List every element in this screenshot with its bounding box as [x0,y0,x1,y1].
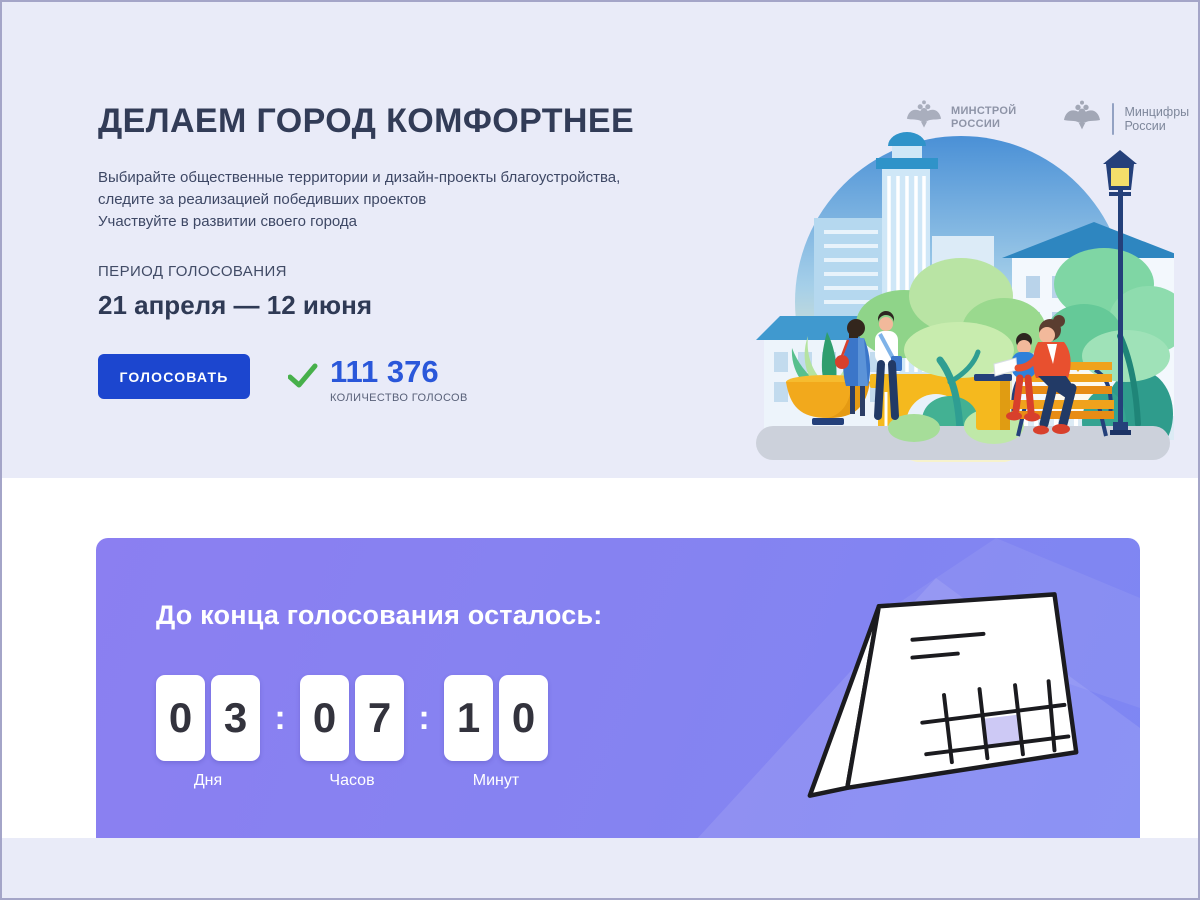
subtitle-line: Участвуйте в развитии своего города [98,211,738,233]
page-title: ДЕЛАЕМ ГОРОД КОМФОРТНЕЕ [98,102,738,141]
countdown-digit: 1 [444,675,493,761]
voting-period-dates: 21 апреля — 12 июня [98,290,738,321]
countdown-separator: : [404,675,444,761]
countdown-group-minutes: 1 0 Минут [444,675,548,790]
subtitle-line: следите за реализацией победивших проект… [98,189,738,211]
countdown-digit: 0 [499,675,548,761]
logo-mintsifry-line1: Минцифры [1124,105,1189,119]
voting-landing-page: ДЕЛАЕМ ГОРОД КОМФОРТНЕЕ Выбирайте общест… [0,0,1200,900]
countdown-label-hours: Часов [300,772,404,790]
countdown-separator: : [260,675,300,761]
city-park-illustration [754,124,1174,462]
countdown-label-days: Дня [156,772,260,790]
vote-button[interactable]: ГОЛОСОВАТЬ [98,354,250,399]
votes-counter: 111 376 КОЛИЧЕСТВО ГОЛОСОВ [288,356,468,404]
hero-subtitle: Выбирайте общественные территории и диза… [98,167,738,233]
countdown-card: До конца голосования осталось: 0 3 Дня :… [96,538,1140,840]
votes-count: 111 376 [330,356,468,387]
voting-period-label: ПЕРИОД ГОЛОСОВАНИЯ [98,263,738,280]
votes-caption: КОЛИЧЕСТВО ГОЛОСОВ [330,392,468,404]
countdown-timer: 0 3 Дня : 0 7 Часов : 1 [156,675,602,790]
hero-text-block: ДЕЛАЕМ ГОРОД КОМФОРТНЕЕ Выбирайте общест… [98,102,738,404]
countdown-digit: 0 [300,675,349,761]
calendar-illustration [796,572,1092,822]
countdown-digit: 0 [156,675,205,761]
hero-section: ДЕЛАЕМ ГОРОД КОМФОРТНЕЕ Выбирайте общест… [2,2,1198,478]
countdown-digit: 3 [211,675,260,761]
cta-row: ГОЛОСОВАТЬ 111 376 КОЛИЧЕСТВО ГОЛОСОВ [98,354,738,404]
logo-minstroy-line1: МИНСТРОЙ [951,105,1016,118]
countdown-title: До конца голосования осталось: [156,600,602,631]
countdown-group-days: 0 3 Дня [156,675,260,790]
countdown-label-minutes: Минут [444,772,548,790]
subtitle-line: Выбирайте общественные территории и диза… [98,167,738,189]
check-icon [288,362,318,394]
countdown-digit: 7 [355,675,404,761]
countdown-group-hours: 0 7 Часов [300,675,404,790]
footer-band [2,838,1198,898]
